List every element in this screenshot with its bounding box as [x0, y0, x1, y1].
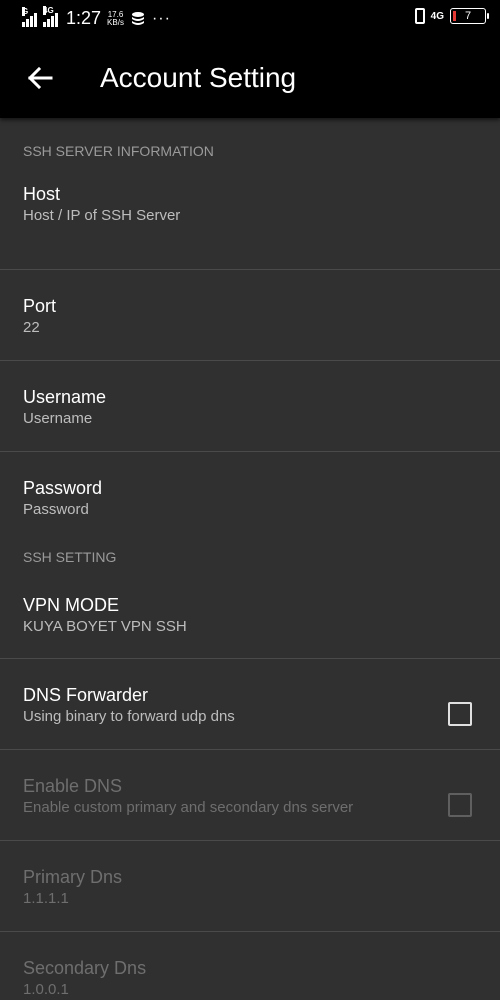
network-tag-2: 4G: [43, 5, 54, 15]
vibrate-icon: [414, 8, 425, 24]
pref-summary: Host / IP of SSH Server: [23, 207, 181, 224]
pref-title: Username: [23, 387, 107, 407]
pref-host[interactable]: Host Host / IP of SSH Server: [0, 180, 500, 270]
status-bar: G 4G 1:27 17.6 KB/s ··· 4G 7: [0, 0, 500, 38]
battery-level: 7: [464, 10, 472, 22]
pref-password[interactable]: Password Password: [0, 452, 500, 533]
page-title: Account Setting: [100, 62, 297, 93]
network-type: 4G: [430, 10, 444, 22]
pref-enable-dns[interactable]: Enable DNS Enable custom primary and sec…: [0, 750, 500, 841]
pref-primary-dns[interactable]: Primary Dns 1.1.1.1: [0, 841, 500, 932]
network-tag: G: [22, 6, 29, 16]
pref-summary: Password: [23, 501, 89, 518]
back-button[interactable]: [0, 38, 80, 118]
section-header-ssh-setting: SSH SETTING: [23, 549, 117, 565]
pref-summary: Enable custom primary and secondary dns …: [23, 799, 354, 816]
pref-summary: Username: [23, 410, 93, 427]
pref-vpn-mode[interactable]: VPN MODE KUYA BOYET VPN SSH: [0, 569, 500, 659]
more-notifications-icon: ···: [151, 9, 171, 27]
data-saver-icon: [131, 11, 144, 25]
signal-icon: G: [22, 6, 37, 27]
pref-summary: KUYA BOYET VPN SSH: [23, 618, 187, 635]
battery-level-fill: [453, 11, 456, 21]
pref-title: Enable DNS: [23, 776, 123, 796]
pref-port[interactable]: Port 22: [0, 270, 500, 361]
pref-username[interactable]: Username Username: [0, 361, 500, 452]
dns-forwarder-checkbox[interactable]: [448, 702, 472, 726]
status-bar-right: 4G 7: [414, 8, 489, 24]
pref-title: Secondary Dns: [23, 958, 147, 978]
pref-title: Password: [23, 478, 103, 498]
pref-summary: 22: [23, 319, 40, 336]
pref-summary: 1.0.0.1: [23, 981, 69, 998]
arrow-back-icon: [27, 67, 53, 89]
pref-title: DNS Forwarder: [23, 685, 149, 705]
network-speed: 17.6 KB/s: [107, 10, 124, 27]
pref-dns-forwarder[interactable]: DNS Forwarder Using binary to forward ud…: [0, 659, 500, 750]
pref-summary: Using binary to forward udp dns: [23, 708, 235, 725]
signal-icon-2: 4G: [43, 5, 58, 27]
clock: 1:27: [66, 8, 102, 28]
settings-list: SSH SERVER INFORMATION Host Host / IP of…: [0, 118, 500, 1000]
status-bar-left: G 4G 1:27 17.6 KB/s ···: [22, 5, 171, 29]
pref-title: VPN MODE: [23, 595, 120, 615]
section-header-ssh-server: SSH SERVER INFORMATION: [23, 143, 214, 159]
pref-title: Primary Dns: [23, 867, 123, 887]
pref-title: Port: [23, 296, 57, 316]
pref-secondary-dns[interactable]: Secondary Dns 1.0.0.1: [0, 932, 500, 1000]
speed-unit: KB/s: [107, 17, 124, 27]
pref-title: Host: [23, 184, 61, 204]
battery-icon: 7: [450, 8, 489, 24]
pref-summary: 1.1.1.1: [23, 890, 69, 907]
enable-dns-checkbox[interactable]: [448, 793, 472, 817]
app-bar: Account Setting: [0, 38, 500, 118]
